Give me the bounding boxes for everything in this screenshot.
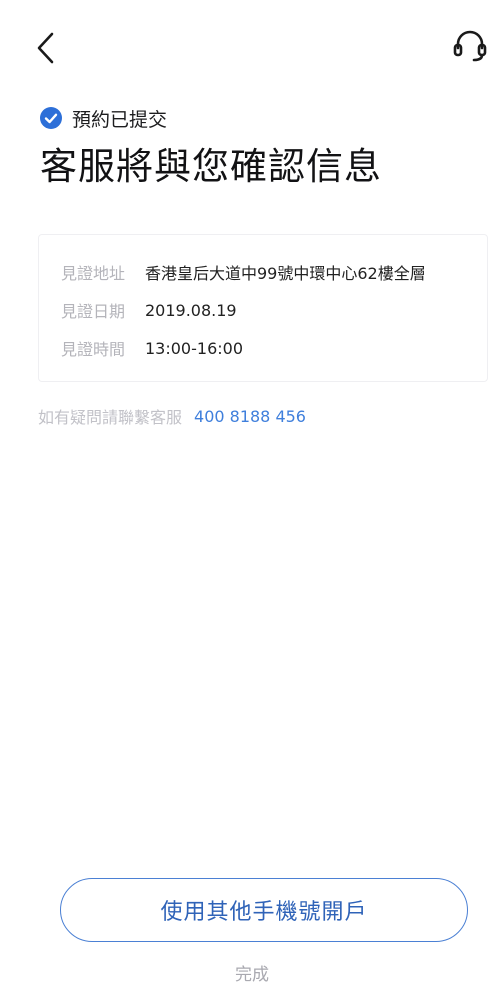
detail-label: 見證日期	[61, 302, 126, 321]
top-bar	[0, 0, 504, 96]
contact-label: 如有疑問請聯繫客服	[38, 408, 183, 427]
detail-row-date: 見證日期 2019.08.19	[61, 298, 237, 322]
detail-value: 13:00-16:00	[145, 338, 243, 358]
detail-value: 2019.08.19	[145, 300, 237, 320]
contact-info: 如有疑問請聯繫客服 400 8188 456	[38, 404, 306, 428]
check-circle-icon	[40, 107, 62, 129]
customer-service-button[interactable]	[450, 26, 490, 66]
done-button[interactable]: 完成	[0, 960, 504, 985]
headset-icon	[453, 30, 487, 62]
detail-row-address: 見證地址 香港皇后大道中99號中環中心62樓全層	[61, 260, 426, 284]
submission-status: 預約已提交	[40, 104, 167, 132]
appointment-details-card: 見證地址 香港皇后大道中99號中環中心62樓全層 見證日期 2019.08.19…	[38, 234, 488, 382]
status-text: 預約已提交	[72, 108, 168, 131]
service-phone-link[interactable]: 400 8188 456	[194, 407, 306, 426]
detail-label: 見證地址	[61, 264, 126, 283]
use-other-phone-button[interactable]: 使用其他手機號開戶	[60, 878, 468, 942]
detail-value: 香港皇后大道中99號中環中心62樓全層	[145, 264, 426, 283]
page-title: 客服將與您確認信息	[40, 145, 382, 188]
chevron-left-icon	[37, 32, 54, 64]
detail-label: 見證時間	[61, 340, 126, 359]
back-button[interactable]	[30, 28, 66, 68]
use-other-phone-label: 使用其他手機號開戶	[160, 900, 368, 925]
detail-row-time: 見證時間 13:00-16:00	[61, 336, 243, 360]
